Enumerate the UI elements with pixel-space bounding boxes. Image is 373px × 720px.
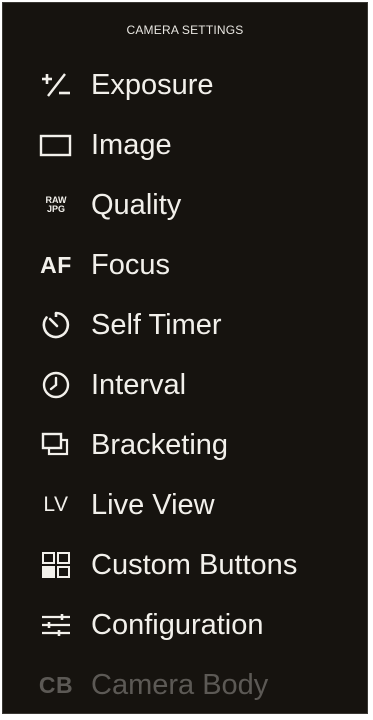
af-icon-text: AF (40, 251, 72, 278)
jpg-icon-text: JPG (46, 204, 65, 214)
menu-item-label: Interval (91, 369, 187, 401)
interval-clock-icon (37, 366, 75, 404)
self-timer-icon (37, 306, 75, 344)
menu-item-label: Bracketing (91, 429, 229, 461)
cb-icon-text: CB (38, 671, 74, 698)
menu-item-label: Quality (91, 189, 182, 221)
lv-icon: LV (37, 486, 75, 524)
menu-item-focus[interactable]: AF Focus (3, 235, 367, 295)
menu-item-configuration[interactable]: Configuration (3, 595, 367, 655)
menu-item-bracketing[interactable]: Bracketing (3, 415, 367, 475)
menu-item-label: Image (91, 129, 172, 161)
raw-jpg-icon: RAW JPG (37, 186, 75, 224)
configuration-sliders-icon (37, 606, 75, 644)
menu-item-live-view[interactable]: LV Live View (3, 475, 367, 535)
cb-icon: CB (37, 666, 75, 704)
lv-icon-text: LV (43, 493, 69, 516)
image-frame-icon (37, 126, 75, 164)
menu-item-label: Self Timer (91, 309, 222, 341)
menu-item-exposure[interactable]: Exposure (3, 55, 367, 115)
menu-item-label: Live View (91, 489, 215, 521)
menu-item-custom-buttons[interactable]: Custom Buttons (3, 535, 367, 595)
menu-item-label: Configuration (91, 609, 264, 641)
menu-item-quality[interactable]: RAW JPG Quality (3, 175, 367, 235)
menu-item-interval[interactable]: Interval (3, 355, 367, 415)
settings-menu: Exposure Image RAW JPG Quality AF Focus … (3, 55, 367, 713)
bracketing-icon (37, 426, 75, 464)
menu-item-self-timer[interactable]: Self Timer (3, 295, 367, 355)
camera-settings-panel: CAMERA SETTINGS Exposure Image RAW JPG Q… (2, 2, 368, 714)
exposure-compensation-icon (37, 66, 75, 104)
menu-item-camera-body: CB Camera Body (3, 655, 367, 713)
menu-item-label: Camera Body (91, 669, 269, 701)
panel-title: CAMERA SETTINGS (126, 23, 244, 37)
menu-item-label: Exposure (91, 69, 214, 101)
custom-buttons-grid-icon (37, 546, 75, 584)
menu-item-label: Focus (91, 249, 170, 281)
menu-item-label: Custom Buttons (91, 549, 298, 581)
af-icon: AF (37, 246, 75, 284)
menu-item-image[interactable]: Image (3, 115, 367, 175)
